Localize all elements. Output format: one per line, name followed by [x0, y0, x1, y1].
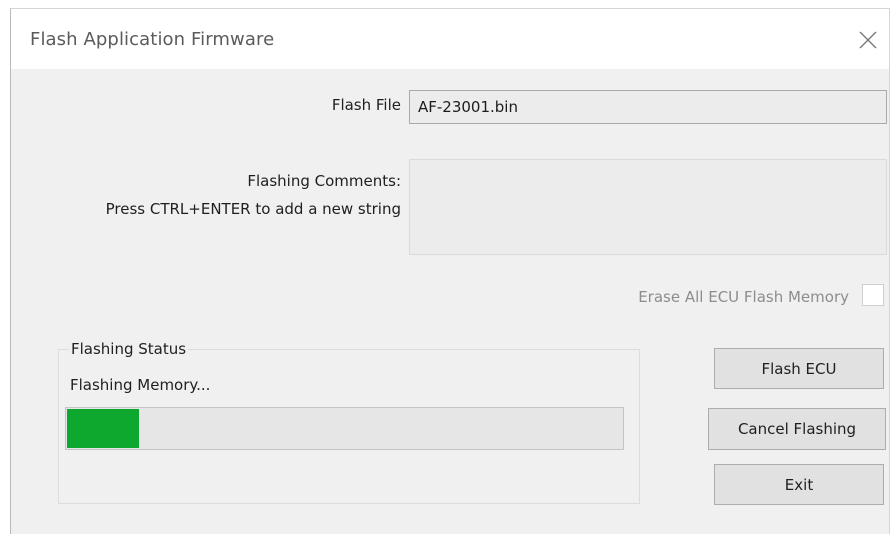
flash-ecu-button[interactable]: Flash ECU — [714, 348, 884, 389]
close-button[interactable] — [853, 25, 883, 55]
close-icon — [859, 31, 877, 49]
flashing-comments-hint: Press CTRL+ENTER to add a new string — [105, 200, 401, 218]
flashing-status-legend: Flashing Status — [69, 340, 189, 358]
flashing-progress-fill — [67, 409, 139, 448]
erase-memory-checkbox[interactable] — [862, 284, 884, 306]
exit-button[interactable]: Exit — [714, 464, 884, 505]
flashing-comments-label: Flashing Comments: — [247, 172, 401, 190]
flash-firmware-dialog: Flash Application Firmware Flash File AF… — [10, 8, 890, 534]
flashing-comments-textarea[interactable] — [409, 159, 887, 255]
flashing-status-text: Flashing Memory... — [70, 376, 211, 394]
window-title: Flash Application Firmware — [30, 29, 275, 50]
title-bar: Flash Application Firmware — [11, 9, 889, 69]
erase-memory-label: Erase All ECU Flash Memory — [638, 288, 849, 306]
flash-file-field[interactable]: AF-23001.bin — [409, 90, 887, 124]
flash-file-label: Flash File — [331, 96, 401, 114]
cancel-flashing-button[interactable]: Cancel Flashing — [708, 408, 886, 450]
flashing-progress-bar — [65, 407, 624, 450]
